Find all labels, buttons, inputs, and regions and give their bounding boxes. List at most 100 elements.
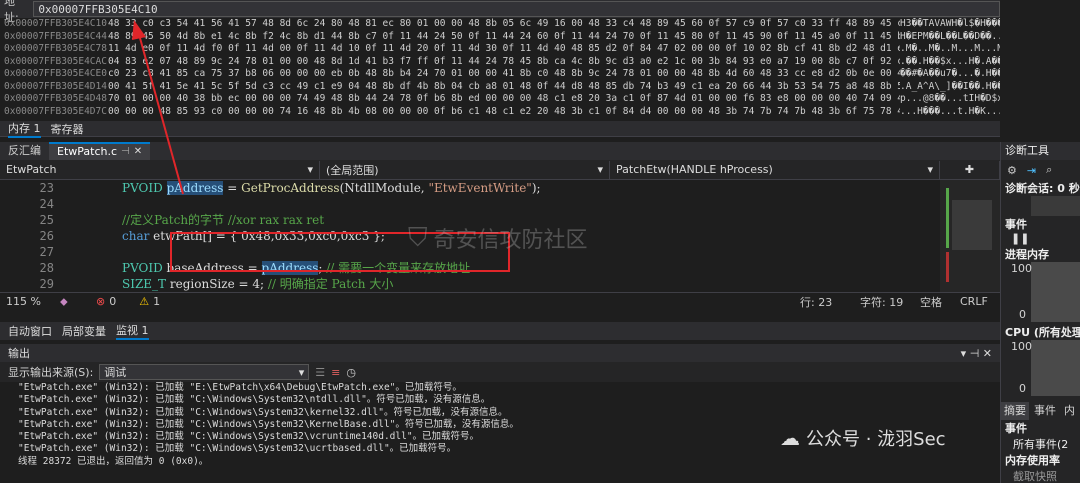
address-input[interactable]: 0x00007FFB305E4C10 xyxy=(33,1,1000,17)
diag-title: 诊断工具 xyxy=(1001,142,1080,160)
cpu-section: CPU (所有处理 xyxy=(1005,326,1080,339)
all-events-item[interactable]: 所有事件(2 xyxy=(1001,436,1080,452)
shield-icon: ⛉ xyxy=(408,222,428,253)
memory-hex: 48 89 45 50 4d 8b e1 4c 8b f2 4c 8b d1 4… xyxy=(108,30,900,42)
tab-autos[interactable]: 自动窗口 xyxy=(8,323,52,339)
tab-label: 反汇编 xyxy=(8,144,41,157)
chevron-down-icon[interactable]: ▾ ⊣ ✕ xyxy=(961,347,992,360)
project-dropdown[interactable]: EtwPatch ▾ xyxy=(0,160,320,179)
memory-hex: 11 4d e0 0f 11 4d f0 0f 11 4d 00 0f 11 4… xyxy=(108,43,900,54)
gear-icon[interactable]: ⚙ xyxy=(1007,164,1017,177)
source-dropdown[interactable]: 调试 ▾ xyxy=(99,364,310,380)
diag-session: 诊断会话: 0 秒 ( xyxy=(1005,182,1080,195)
function-name: PatchEtw(HANDLE hProcess) xyxy=(616,163,773,176)
tab-events[interactable]: 事件 xyxy=(1031,402,1059,420)
add-button[interactable]: ✚ xyxy=(940,160,1000,179)
code-string: "EtwEventWrite" xyxy=(428,181,532,195)
memory-addr: 0x00007FFB305E4C10 xyxy=(4,18,107,29)
export-icon[interactable]: ⇥ xyxy=(1027,164,1036,177)
output-line: "EtwPatch.exe" (Win32): 已加载 "C:\Windows\… xyxy=(18,406,508,418)
memory-hex: 04 83 e2 07 48 89 9c 24 78 01 00 00 48 8… xyxy=(108,55,900,67)
code-comment: //定义Patch的字节 //xor rax rax ret xyxy=(122,213,325,227)
scope-dropdown[interactable]: (全局范围) ▾ xyxy=(320,160,610,179)
line-gutter: 23 24 25 26 27 28 29 xyxy=(0,180,60,292)
error-marker xyxy=(946,252,949,282)
pin-icon[interactable]: ⊣ xyxy=(121,143,130,161)
memory-graph-area: 100 0 xyxy=(1001,262,1080,322)
line-number: 29 xyxy=(39,277,54,291)
scroll-map[interactable] xyxy=(940,180,1000,292)
memory-tabs: 内存 1 寄存器 xyxy=(0,120,1000,138)
output-title-bar: 输出 ▾ ⊣ ✕ xyxy=(0,344,1000,362)
project-name: EtwPatch xyxy=(6,163,57,176)
pause-icon[interactable]: ❚❚ xyxy=(1001,232,1080,246)
memory-row: 0x00007FFB305E4D14 00 41 5f 41 5e 41 5c 5… xyxy=(0,81,1000,94)
clock-icon[interactable]: ◷ xyxy=(346,366,356,379)
function-dropdown[interactable]: PatchEtw(HANDLE hProcess) ▾ xyxy=(610,160,940,179)
warning-count[interactable]: 1 xyxy=(153,295,193,308)
tab-label: EtwPatch.c xyxy=(57,145,118,158)
search-icon[interactable]: ⌕ xyxy=(1046,163,1052,177)
memory-addr: 0x00007FFB305E4D14 xyxy=(4,80,107,92)
memory-ascii: .M�..M�..M...M...M...M0 xyxy=(900,43,1000,54)
snapshot-button[interactable]: 截取快照 xyxy=(1001,468,1080,483)
plus-icon: ✚ xyxy=(964,163,975,176)
line-number: 25 xyxy=(39,213,54,227)
scope-name: (全局范围) xyxy=(326,163,379,177)
timeline-graph xyxy=(1031,196,1080,216)
tab-registers[interactable]: 寄存器 xyxy=(51,121,84,137)
memory-row: 0x00007FFB305E4CAC 04 83 e2 07 48 89 9c 2… xyxy=(0,56,1000,69)
line-number: 23 xyxy=(39,181,54,195)
cpu-max: 100 xyxy=(1011,340,1032,353)
tab-locals[interactable]: 局部变量 xyxy=(62,323,106,339)
memory-ascii: p...@8��...tIH�D$x.��� xyxy=(900,93,1000,104)
tab-memory[interactable]: 内 xyxy=(1061,402,1078,420)
cpu-graph-area: 100 0 xyxy=(1001,340,1080,396)
scroll-thumb[interactable] xyxy=(952,200,992,250)
watermark-text: 奇安信攻防社区 xyxy=(433,228,588,253)
warning-icon: ⚠ xyxy=(139,295,150,308)
watermark-corner: ☁ 公众号 · 泷羽Sec xyxy=(780,425,946,451)
code-fn: GetProcAddress xyxy=(241,181,340,195)
watch-tabs: 自动窗口 局部变量 监视 1 xyxy=(0,322,1000,340)
chevron-down-icon: ▾ xyxy=(597,163,603,176)
output-line: 线程 28372 已退出，返回值为 0 (0x0)。 xyxy=(18,455,209,467)
memory-addr: 0x00007FFB305E4D48 xyxy=(4,93,107,104)
code-text: (NtdllModule, xyxy=(339,181,429,195)
chevron-down-icon: ▾ xyxy=(307,163,313,176)
tab-disassembly[interactable]: 反汇编 xyxy=(0,142,49,160)
mem-max: 100 xyxy=(1011,262,1032,275)
whitespace-indicator[interactable]: 空格 xyxy=(920,294,960,310)
events-label: 事件 xyxy=(1005,422,1027,435)
code-text: regionSize = 4; xyxy=(166,277,268,291)
code-var: pAddress xyxy=(166,181,224,195)
column-indicator: 字符: 19 xyxy=(860,295,904,309)
memory-hex: c0 23 c8 41 85 ca 75 37 b8 06 00 00 00 e… xyxy=(108,68,900,79)
wrap-icon[interactable]: ≡ xyxy=(331,366,340,379)
tab-memory-1[interactable]: 内存 1 xyxy=(8,120,41,138)
watermark-center: ⛉ 奇安信攻防社区 xyxy=(408,222,588,254)
output-panel: 输出 ▾ ⊣ ✕ 显示输出来源(S): 调试 ▾ ☰ ≡ ◷ "EtwPatch… xyxy=(0,344,1000,483)
zoom-level[interactable]: 115 % xyxy=(0,295,60,308)
close-icon[interactable]: ✕ xyxy=(134,143,142,161)
memory-ascii: H�EPM��L��L��D��..D$P xyxy=(900,30,1000,42)
memory-addr: 0x00007FFB305E4C44 xyxy=(4,30,107,42)
diag-tabs: 摘要 事件 内 xyxy=(1001,402,1080,420)
code-type: SIZE_T xyxy=(122,277,167,291)
tab-watch-1[interactable]: 监视 1 xyxy=(116,322,149,340)
error-count[interactable]: 0 xyxy=(109,295,139,308)
chevron-down-icon: ▾ xyxy=(298,365,305,379)
memory-rows: 0x00007FFB305E4C10 48 33 c0 c3 54 41 56 4… xyxy=(0,18,1000,118)
tab-etwpatch-c[interactable]: EtwPatch.c ⊣ ✕ xyxy=(49,142,151,161)
tab-summary[interactable]: 摘要 xyxy=(1001,402,1029,420)
memory-hex: 00 41 5f 41 5e 41 5c 5f 5d c3 cc 49 c1 e… xyxy=(108,80,900,92)
intellicode-icon: ⬥ xyxy=(60,294,68,308)
error-icon: ⊗ xyxy=(96,295,106,308)
eol-indicator[interactable]: CRLF xyxy=(960,295,1000,308)
clear-icon[interactable]: ☰ xyxy=(315,366,325,379)
memory-row: 0x00007FFB305E4D7C 00 00 00 48 85 93 c0 0… xyxy=(0,106,1000,119)
memory-ascii: .��.H��$x...H�.A����.. xyxy=(900,55,1000,67)
diagnostic-tools: 诊断工具 ⚙ ⇥ ⌕ 诊断会话: 0 秒 ( 事件 ❚❚ 进程内存 100 0 … xyxy=(1000,142,1080,483)
cpu-min: 0 xyxy=(1019,382,1026,395)
